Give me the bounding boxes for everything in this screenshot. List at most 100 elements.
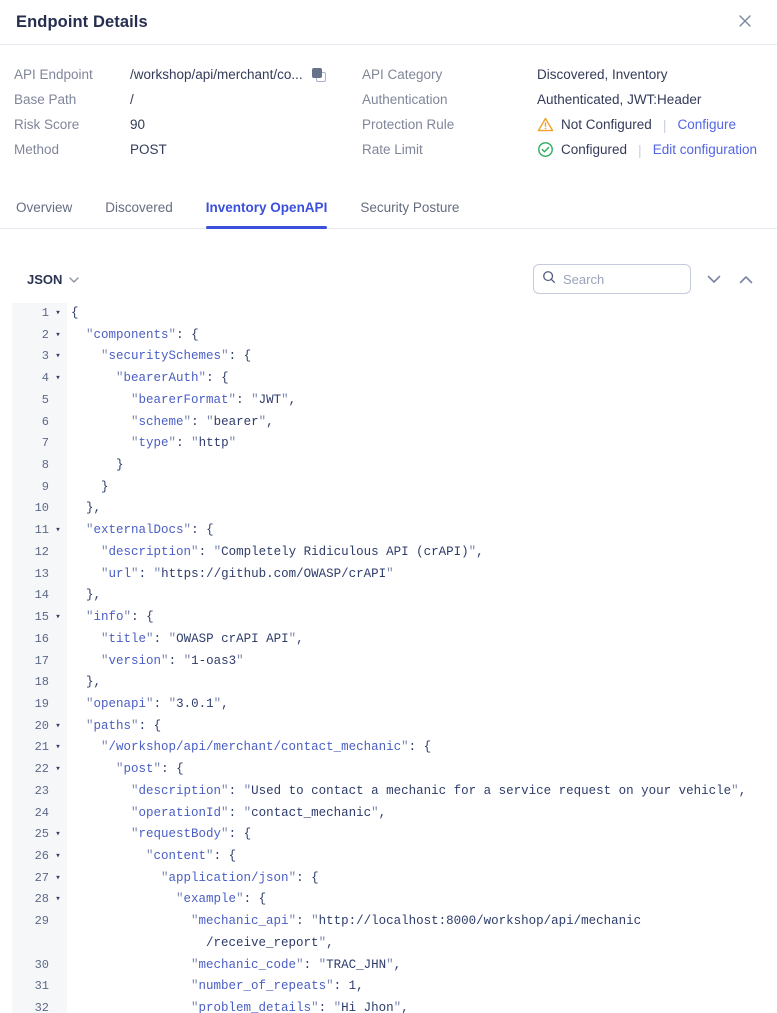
- divider: |: [638, 142, 642, 158]
- gutter-spacer: [49, 498, 67, 520]
- collapse-arrow-icon[interactable]: ▾: [49, 303, 67, 325]
- collapse-arrow-icon[interactable]: ▾: [49, 737, 67, 759]
- line-number: 13: [12, 564, 49, 586]
- line-number: 9: [12, 477, 49, 499]
- field-label: Rate Limit: [362, 142, 537, 157]
- line-number: 17: [12, 651, 49, 673]
- close-icon: [739, 15, 751, 30]
- code-text: "url": "https://github.com/OWASP/crAPI": [67, 564, 394, 586]
- gutter-spacer: [49, 412, 67, 434]
- detail-row-api-category: API Category Discovered, Inventory: [362, 62, 761, 87]
- collapse-arrow-icon[interactable]: ▾: [49, 325, 67, 347]
- format-select[interactable]: JSON: [27, 270, 79, 288]
- code-line: 24 "operationId": "contact_mechanic",: [12, 803, 777, 825]
- gutter-spacer: [49, 542, 67, 564]
- collapse-arrow-icon[interactable]: ▾: [49, 889, 67, 911]
- code-line: 16 "title": "OWASP crAPI API",: [12, 629, 777, 651]
- copy-icon[interactable]: [312, 68, 326, 82]
- line-number: 23: [12, 781, 49, 803]
- code-line: 18 },: [12, 672, 777, 694]
- authentication-value: Authenticated, JWT:Header: [537, 92, 701, 107]
- code-toolbar: JSON: [0, 264, 777, 294]
- code-text: },: [67, 672, 101, 694]
- search-next-button[interactable]: [705, 270, 723, 289]
- details-section: API Endpoint /workshop/api/merchant/co..…: [0, 45, 777, 162]
- line-number: 14: [12, 585, 49, 607]
- search-input[interactable]: [563, 272, 682, 287]
- field-label: Risk Score: [14, 117, 130, 132]
- field-label: API Endpoint: [14, 67, 130, 82]
- collapse-arrow-icon[interactable]: ▾: [49, 824, 67, 846]
- line-number: 15: [12, 607, 49, 629]
- collapse-arrow-icon[interactable]: ▾: [49, 346, 67, 368]
- gutter-spacer: [49, 651, 67, 673]
- api-endpoint-value: /workshop/api/merchant/co...: [130, 67, 303, 82]
- code-line: 30 "mechanic_code": "TRAC_JHN",: [12, 955, 777, 977]
- line-number: 31: [12, 976, 49, 998]
- code-line: 17 "version": "1-oas3": [12, 651, 777, 673]
- collapse-arrow-icon[interactable]: ▾: [49, 868, 67, 890]
- field-label: Authentication: [362, 92, 537, 107]
- collapse-arrow-icon[interactable]: ▾: [49, 846, 67, 868]
- line-number: 32: [12, 998, 49, 1013]
- method-value: POST: [130, 142, 167, 157]
- edit-configuration-link[interactable]: Edit configuration: [653, 142, 757, 157]
- chevron-up-icon: [739, 272, 753, 287]
- code-line: 29 "mechanic_api": "http://localhost:800…: [12, 911, 777, 933]
- details-column-left: API Endpoint /workshop/api/merchant/co..…: [14, 62, 362, 162]
- line-number: 26: [12, 846, 49, 868]
- line-number: 10: [12, 498, 49, 520]
- code-text: "externalDocs": {: [67, 520, 214, 542]
- gutter-spacer: [49, 803, 67, 825]
- field-label: Base Path: [14, 92, 130, 107]
- tab-overview[interactable]: Overview: [16, 190, 72, 228]
- gutter-spacer: [49, 976, 67, 998]
- collapse-arrow-icon[interactable]: ▾: [49, 368, 67, 390]
- details-column-right: API Category Discovered, Inventory Authe…: [362, 62, 761, 162]
- collapse-arrow-icon[interactable]: ▾: [49, 759, 67, 781]
- code-line: 31 "number_of_repeats": 1,: [12, 976, 777, 998]
- collapse-arrow-icon[interactable]: ▾: [49, 520, 67, 542]
- gutter-spacer: [49, 781, 67, 803]
- configure-link[interactable]: Configure: [677, 117, 736, 132]
- collapse-arrow-icon[interactable]: ▾: [49, 716, 67, 738]
- code-line: 10 },: [12, 498, 777, 520]
- detail-row-authentication: Authentication Authenticated, JWT:Header: [362, 87, 761, 112]
- tab-security-posture[interactable]: Security Posture: [360, 190, 459, 228]
- line-number: 4: [12, 368, 49, 390]
- status-text: Not Configured: [561, 117, 652, 132]
- code-line: 15▾ "info": {: [12, 607, 777, 629]
- code-line: 14 },: [12, 585, 777, 607]
- detail-row-method: Method POST: [14, 137, 362, 162]
- code-line: 9 }: [12, 477, 777, 499]
- collapse-arrow-icon[interactable]: ▾: [49, 607, 67, 629]
- code-text: "requestBody": {: [67, 824, 251, 846]
- code-line: 12 "description": "Completely Ridiculous…: [12, 542, 777, 564]
- search-prev-button[interactable]: [737, 270, 755, 289]
- close-button[interactable]: [735, 12, 755, 32]
- code-text: "openapi": "3.0.1",: [67, 694, 229, 716]
- gutter-spacer: [49, 998, 67, 1013]
- code-text: }: [67, 477, 109, 499]
- line-number: 28: [12, 889, 49, 911]
- code-line: 3▾ "securitySchemes": {: [12, 346, 777, 368]
- chevron-down-icon: [707, 272, 721, 287]
- code-text: {: [67, 303, 79, 325]
- status-text: Configured: [561, 142, 627, 157]
- code-text: "number_of_repeats": 1,: [67, 976, 364, 998]
- rate-limit-status: Configured | Edit configuration: [537, 141, 757, 158]
- code-text: "mechanic_api": "http://localhost:8000/w…: [67, 911, 641, 933]
- code-text: "bearerFormat": "JWT",: [67, 390, 296, 412]
- code-viewer: 1▾{2▾ "components": {3▾ "securitySchemes…: [12, 303, 777, 1013]
- line-number: 1: [12, 303, 49, 325]
- code-line: 28▾ "example": {: [12, 889, 777, 911]
- line-number: 25: [12, 824, 49, 846]
- tab-discovered[interactable]: Discovered: [105, 190, 173, 228]
- search-tools: [533, 264, 755, 294]
- detail-row-api-endpoint: API Endpoint /workshop/api/merchant/co..…: [14, 62, 362, 87]
- code-line: 27▾ "application/json": {: [12, 868, 777, 890]
- code-text: "title": "OWASP crAPI API",: [67, 629, 304, 651]
- line-number: 11: [12, 520, 49, 542]
- tab-inventory-openapi[interactable]: Inventory OpenAPI: [206, 190, 328, 228]
- chevron-down-icon: [69, 270, 79, 288]
